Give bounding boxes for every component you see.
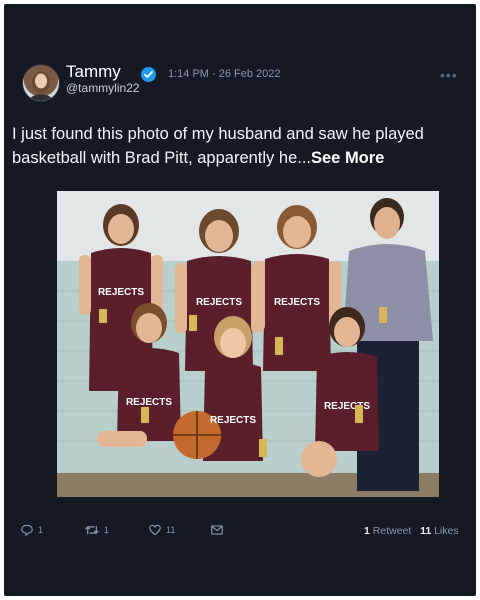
see-more-link[interactable]: See More (311, 149, 384, 167)
more-options-icon[interactable]: ••• (440, 67, 458, 83)
jersey-text-2: REJECTS (196, 297, 242, 308)
reply-count: 1 (38, 525, 44, 535)
verified-badge-icon (141, 67, 156, 82)
tweet-photo[interactable]: REJECTS REJECTS REJECTS REJECTS REJECTS … (57, 191, 439, 497)
avatar[interactable] (22, 64, 60, 102)
team-photo-illustration: REJECTS REJECTS REJECTS REJECTS REJECTS … (57, 191, 439, 497)
retweet-button[interactable]: 1 (84, 520, 109, 540)
jersey-text-5: REJECTS (210, 415, 256, 426)
tweet-stats: 1 Retweet 11 Likes (364, 525, 459, 537)
tweet-card: Tammy 1:14 PM - 26 Feb 2022 @tammylin22 … (4, 4, 476, 596)
jersey-text-3: REJECTS (274, 297, 320, 308)
likes-label: Likes (434, 525, 459, 537)
reply-button[interactable]: 1 (20, 520, 43, 540)
retweet-count: 1 (104, 525, 110, 535)
share-button[interactable] (210, 520, 224, 540)
author-handle[interactable]: @tammylin22 (66, 81, 140, 95)
likes-value: 11 (420, 525, 432, 537)
like-count: 11 (166, 525, 176, 535)
share-icon (211, 525, 223, 535)
jersey-text-6: REJECTS (324, 401, 370, 412)
like-button[interactable]: 11 (148, 520, 175, 540)
retweet-icon (85, 525, 99, 535)
retweets-value: 1 (364, 525, 370, 537)
author-name[interactable]: Tammy (66, 62, 121, 82)
retweets-label: Retweet (372, 525, 412, 537)
reply-icon (21, 524, 33, 536)
retweets-stat[interactable]: 1 Retweet (364, 525, 411, 537)
tweet-text: I just found this photo of my husband an… (12, 122, 472, 170)
avatar-portrait (29, 71, 53, 101)
jersey-text-1: REJECTS (98, 287, 144, 298)
tweet-timestamp[interactable]: 1:14 PM - 26 Feb 2022 (168, 68, 281, 80)
jersey-text-4: REJECTS (126, 397, 172, 408)
likes-stat[interactable]: 11 Likes (420, 525, 459, 537)
like-icon (149, 524, 161, 536)
